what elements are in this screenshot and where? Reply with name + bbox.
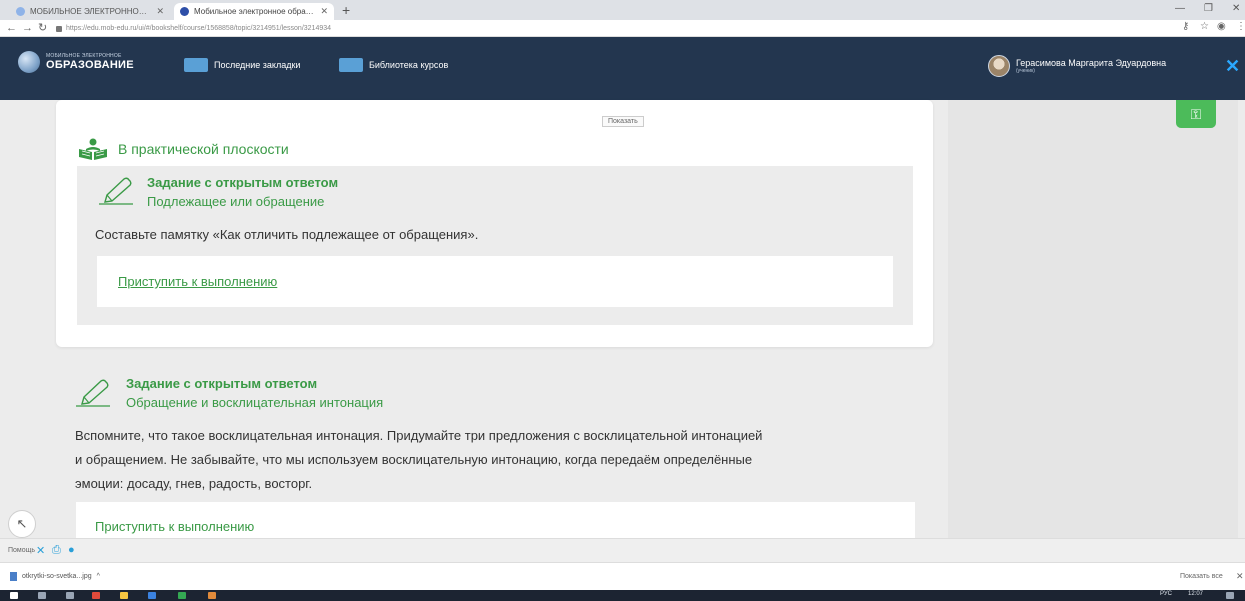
url-field[interactable]: https://edu.mob-edu.ru/ui/#/bookshelf/co… xyxy=(56,22,956,35)
forward-icon[interactable]: → xyxy=(22,21,33,35)
print-icon[interactable]: ⎙ xyxy=(52,544,61,557)
lock-icon xyxy=(56,25,62,32)
logo-big-text: ОБРАЗОВАНИЕ xyxy=(46,59,134,71)
start-task-link[interactable]: Приступить к выполнению xyxy=(118,274,277,289)
task-subtitle: Подлежащее или обращение xyxy=(147,194,325,209)
task-subtitle: Обращение и восклицательная интонация xyxy=(126,395,384,410)
download-bar-close-icon[interactable]: ✕ xyxy=(1236,571,1244,582)
cursor-helper-button[interactable]: ↖ xyxy=(8,510,36,538)
search-icon[interactable] xyxy=(38,592,46,599)
user-profile[interactable]: Герасимова Маргарита Эдуардовна (ученик) xyxy=(988,55,1166,77)
header-close-icon[interactable]: ✕ xyxy=(1225,57,1240,75)
task-body: Составьте памятку «Как отличить подлежащ… xyxy=(95,227,479,242)
task-label: Задание с открытым ответом xyxy=(126,376,318,391)
start-task-link[interactable]: Приступить к выполнению xyxy=(95,519,254,534)
keyboard-language[interactable]: РУС xyxy=(1160,591,1172,597)
app-orange-icon[interactable] xyxy=(208,592,216,599)
back-icon[interactable]: ← xyxy=(6,21,17,35)
browser-tab-strip: МОБИЛЬНОЕ ЭЛЕКТРОННОЕ ОБРАЗОВАНИЕ ✕ Моби… xyxy=(0,0,1245,20)
clock[interactable]: 12:07 xyxy=(1188,591,1203,597)
chevron-up-icon[interactable]: ^ xyxy=(97,573,100,580)
task-card-2: Задание с открытым ответом Обращение и в… xyxy=(56,366,933,542)
address-bar: ← → ↻ https://edu.mob-edu.ru/ui/#/booksh… xyxy=(0,20,1245,37)
app-green-icon[interactable] xyxy=(178,592,186,599)
help-label[interactable]: Помощь xyxy=(8,547,35,554)
key-icon[interactable]: ⚷ xyxy=(1182,21,1189,32)
section-header: В практической плоскости xyxy=(76,137,289,161)
os-taskbar: РУС 12:07 xyxy=(0,590,1245,601)
download-bar: otkrytki-so-svetka...jpg ^ Показать все … xyxy=(0,562,1245,590)
minimize-icon[interactable]: — xyxy=(1175,3,1185,14)
browser-tab-2[interactable]: Мобильное электронное образование ✕ xyxy=(174,3,334,20)
menu-icon[interactable]: ⋮ xyxy=(1236,21,1245,32)
nav-bookmarks-label: Последние закладки xyxy=(214,60,301,70)
key-icon: ⚿ xyxy=(1190,106,1202,122)
nav-bookmarks[interactable]: Последние закладки xyxy=(184,58,300,72)
avatar xyxy=(988,55,1010,77)
task-body-line: и обращением. Не забывайте, что мы испол… xyxy=(75,452,753,467)
start-icon[interactable] xyxy=(10,592,18,599)
library-icon xyxy=(339,58,363,72)
info-icon[interactable]: ● xyxy=(68,544,75,556)
star-icon[interactable]: ☆ xyxy=(1200,21,1209,32)
task-view-icon[interactable] xyxy=(66,592,74,599)
book-reader-icon xyxy=(79,138,107,160)
nav-library[interactable]: Библиотека курсов xyxy=(339,58,448,72)
url-text: https://edu.mob-edu.ru/ui/#/bookshelf/co… xyxy=(66,25,332,32)
bookmarks-icon xyxy=(184,58,208,72)
user-name: Герасимова Маргарита Эдуардовна xyxy=(1016,58,1167,68)
notifications-icon[interactable] xyxy=(1226,592,1234,599)
section-title: В практической плоскости xyxy=(118,141,289,157)
reload-icon[interactable]: ↻ xyxy=(38,21,47,35)
globe-logo-icon xyxy=(18,51,40,73)
tab-title: МОБИЛЬНОЕ ЭЛЕКТРОННОЕ ОБРАЗОВАНИЕ xyxy=(30,7,151,16)
tab-title: Мобильное электронное образование xyxy=(194,7,315,16)
chrome-icon[interactable] xyxy=(120,592,128,599)
task-body-line: Вспомните, что такое восклицательная инт… xyxy=(75,428,763,443)
pencil-icon xyxy=(99,177,133,205)
user-role: (ученик) xyxy=(1016,68,1035,74)
new-tab-button[interactable]: + xyxy=(342,2,350,18)
app-blue-icon[interactable] xyxy=(148,592,156,599)
cursor-icon: ↖ xyxy=(16,516,28,531)
key-button[interactable]: ⚿ xyxy=(1176,100,1216,128)
tab-close-icon[interactable]: ✕ xyxy=(320,6,328,17)
task-body: Вспомните, что такое восклицательная инт… xyxy=(75,424,925,496)
show-button[interactable]: Показать xyxy=(602,116,644,127)
task-label: Задание с открытым ответом xyxy=(147,175,339,190)
image-file-icon xyxy=(10,572,17,581)
task-body-line: эмоции: досаду, гнев, радость, восторг. xyxy=(75,476,313,491)
profile-icon[interactable]: ◉ xyxy=(1217,21,1226,32)
tab-favicon-icon xyxy=(16,7,25,16)
app-header: МОБИЛЬНОЕ ЭЛЕКТРОННОЕ ОБРАЗОВАНИЕ Послед… xyxy=(0,37,1245,100)
tools-icon[interactable]: ✕ xyxy=(36,544,45,557)
pencil-icon xyxy=(76,379,110,407)
app-logo[interactable]: МОБИЛЬНОЕ ЭЛЕКТРОННОЕ ОБРАЗОВАНИЕ xyxy=(18,51,134,73)
tab-favicon-icon xyxy=(180,7,189,16)
browser-tab-1[interactable]: МОБИЛЬНОЕ ЭЛЕКТРОННОЕ ОБРАЗОВАНИЕ ✕ xyxy=(10,3,170,20)
task-card-1: Задание с открытым ответом Подлежащее ил… xyxy=(77,166,913,325)
tab-close-icon[interactable]: ✕ xyxy=(156,6,164,17)
download-item[interactable]: otkrytki-so-svetka...jpg ^ xyxy=(10,572,100,581)
right-panel xyxy=(948,100,1238,538)
help-bar: Помощь ✕ ⎙ ● xyxy=(0,538,1245,562)
download-filename: otkrytki-so-svetka...jpg xyxy=(22,573,92,580)
show-all-downloads-button[interactable]: Показать все xyxy=(1180,573,1223,580)
nav-library-label: Библиотека курсов xyxy=(369,60,449,70)
app-red-icon[interactable] xyxy=(92,592,100,599)
window-close-icon[interactable]: ✕ xyxy=(1232,3,1240,14)
restore-icon[interactable]: ❐ xyxy=(1204,3,1213,14)
